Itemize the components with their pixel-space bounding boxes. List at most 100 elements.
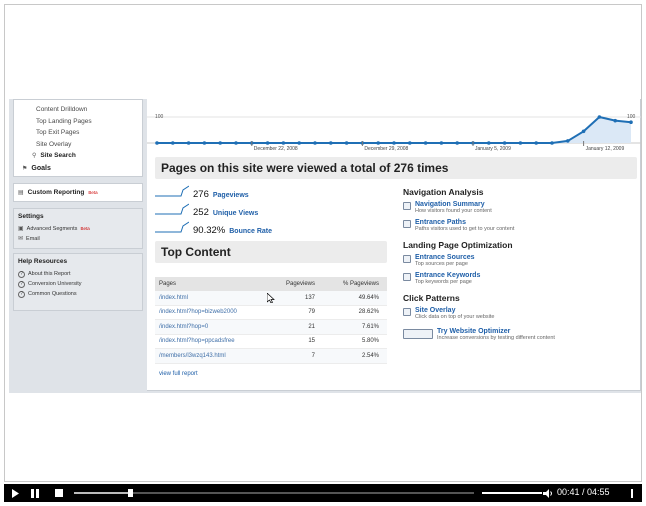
pct-cell: 28.62%: [358, 309, 379, 316]
site-overlay-link[interactable]: Site Overlay Click data on top of your w…: [403, 307, 639, 320]
pageviews-cell: 7: [311, 352, 315, 359]
volume-button[interactable]: [542, 484, 554, 502]
report-icon: [403, 273, 411, 281]
about-report-link[interactable]: ? About this Report: [18, 269, 138, 279]
link-title[interactable]: Try Website Optimizer: [437, 328, 555, 335]
page-link[interactable]: /index.html?hop=ppcadsfree: [155, 338, 273, 344]
link-title[interactable]: Entrance Keywords: [415, 272, 480, 279]
chart-point: [502, 141, 507, 145]
pageviews-cell: 15: [308, 338, 315, 345]
sidebar-item-site-overlay[interactable]: Site Overlay: [36, 139, 142, 151]
top-content-title: Top Content: [155, 241, 387, 263]
view-full-report-link[interactable]: view full report: [155, 371, 387, 377]
link-title[interactable]: Entrance Sources: [415, 254, 475, 261]
chart-point: [186, 141, 191, 145]
entrance-keywords-link[interactable]: Entrance Keywords Top keywords per page: [403, 272, 639, 285]
sidebar: Content Drilldown Top Landing Pages Top …: [13, 99, 143, 393]
metric-label-link[interactable]: Bounce Rate: [229, 228, 272, 235]
flag-icon: ⚑: [22, 166, 28, 172]
page-link[interactable]: /index.html?hop=bizweb2000: [155, 309, 273, 315]
chart-ytick-label: 100: [155, 114, 164, 120]
metrics-list: 276 Pageviews 252 Unique Views 90.32% Bo…: [155, 185, 385, 239]
seek-handle[interactable]: [127, 489, 133, 497]
section-heading: Click Patterns: [403, 293, 460, 303]
chart-point: [392, 141, 396, 145]
sidebar-item-top-landing-pages[interactable]: Top Landing Pages: [36, 116, 142, 128]
table-header: Pages Pageviews % Pageviews: [155, 277, 387, 291]
sparkline-icon: [155, 221, 189, 233]
report-icon: [403, 255, 411, 263]
chart-point: [297, 141, 301, 145]
pause-button[interactable]: [28, 484, 42, 502]
video-frame: Content Drilldown Top Landing Pages Top …: [4, 4, 642, 482]
metric-value: 90.32%: [193, 225, 226, 236]
content-menu: Content Drilldown Top Landing Pages Top …: [13, 99, 143, 177]
fullscreen-icon: [631, 488, 633, 498]
email-link[interactable]: ✉ Email: [18, 234, 138, 244]
sidebar-item-site-search[interactable]: ⚲ Site Search: [32, 152, 142, 159]
link-description: Increase conversions by testing differen…: [437, 335, 555, 341]
common-questions-link[interactable]: ? Common Questions: [18, 289, 138, 299]
metric-label-link[interactable]: Unique Views: [213, 210, 258, 217]
chart-point: [376, 141, 380, 145]
seek-bar[interactable]: [74, 492, 474, 494]
navigation-summary-link[interactable]: Navigation Summary How visitors found yo…: [403, 201, 639, 214]
metric-bounce-rate: 90.32% Bounce Rate: [155, 221, 385, 239]
pageviews-cell: 79: [308, 309, 315, 316]
volume-slider[interactable]: [482, 492, 542, 494]
chart-point: [534, 141, 538, 145]
chart-point: [171, 141, 175, 145]
pct-cell: 49.64%: [358, 294, 379, 301]
sidebar-item-goals[interactable]: ⚑ Goals: [22, 165, 142, 172]
chart-point: [423, 141, 428, 145]
play-icon: [12, 488, 19, 498]
landing-page-optimization-section: Landing Page Optimization Entrance Sourc…: [403, 240, 639, 285]
pct-cell: 2.54%: [361, 352, 379, 359]
website-optimizer-link[interactable]: Try Website Optimizer Increase conversio…: [403, 328, 639, 341]
pageviews-cell: 137: [304, 294, 315, 301]
chart-point: [613, 118, 617, 123]
page-link[interactable]: /index.html: [155, 295, 273, 301]
report-icon: ▤: [18, 190, 24, 196]
chart-point: [281, 141, 286, 145]
navigation-analysis-section: Navigation Analysis Navigation Summary H…: [403, 187, 639, 232]
mouse-cursor-icon: [267, 293, 275, 303]
email-icon: ✉: [18, 236, 24, 242]
link-title[interactable]: Navigation Summary: [415, 201, 492, 208]
entrance-sources-link[interactable]: Entrance Sources Top sources per page: [403, 254, 639, 267]
metric-unique-views: 252 Unique Views: [155, 203, 385, 221]
play-button[interactable]: [8, 484, 22, 502]
search-icon: ⚲: [32, 153, 37, 159]
sidebar-item-top-exit-pages[interactable]: Top Exit Pages: [36, 127, 142, 139]
page-link[interactable]: /index.html?hop=0: [155, 324, 273, 330]
metric-label-link[interactable]: Pageviews: [213, 192, 249, 199]
help-header: Help Resources: [18, 258, 68, 265]
entrance-paths-link[interactable]: Entrance Paths Paths visitors used to ge…: [403, 219, 639, 232]
advanced-segments-link[interactable]: ▣ Advanced Segments Beta: [18, 224, 138, 234]
pause-icon: [31, 488, 39, 498]
column-header-pct[interactable]: % Pageviews: [319, 281, 385, 287]
help-icon: ?: [18, 270, 25, 278]
report-icon: [403, 308, 411, 316]
sidebar-item-content-drilldown[interactable]: Content Drilldown: [36, 104, 142, 116]
page-link[interactable]: /members/l3wzq143.html: [155, 353, 273, 359]
link-description: Click data on top of your website: [415, 314, 495, 320]
speaker-icon: [543, 488, 552, 498]
stop-button[interactable]: [52, 484, 66, 502]
conversion-university-link[interactable]: ? Conversion University: [18, 279, 138, 289]
table-row: /index.html?hop=bizweb2000 79 28.62%: [155, 306, 387, 320]
pct-cell: 7.61%: [361, 323, 379, 330]
sidebar-item-custom-reporting[interactable]: ▤ Custom Reporting Beta: [13, 183, 143, 202]
link-title[interactable]: Site Overlay: [415, 307, 495, 314]
link-description: Paths visitors used to get to your conte…: [415, 226, 515, 232]
link-title[interactable]: Entrance Paths: [415, 219, 514, 226]
report-icon: [403, 202, 411, 210]
metric-value: 276: [193, 189, 209, 200]
chart-point: [581, 129, 586, 134]
time-readout: 00:41 / 04:55: [557, 487, 610, 497]
fullscreen-button[interactable]: [626, 484, 638, 502]
column-header-pageviews[interactable]: Pageviews: [273, 281, 319, 287]
chart-xtick-label: January 12, 2009: [586, 146, 625, 152]
chart-ytick-label: 100: [627, 114, 636, 120]
column-header-pages[interactable]: Pages: [155, 281, 273, 287]
